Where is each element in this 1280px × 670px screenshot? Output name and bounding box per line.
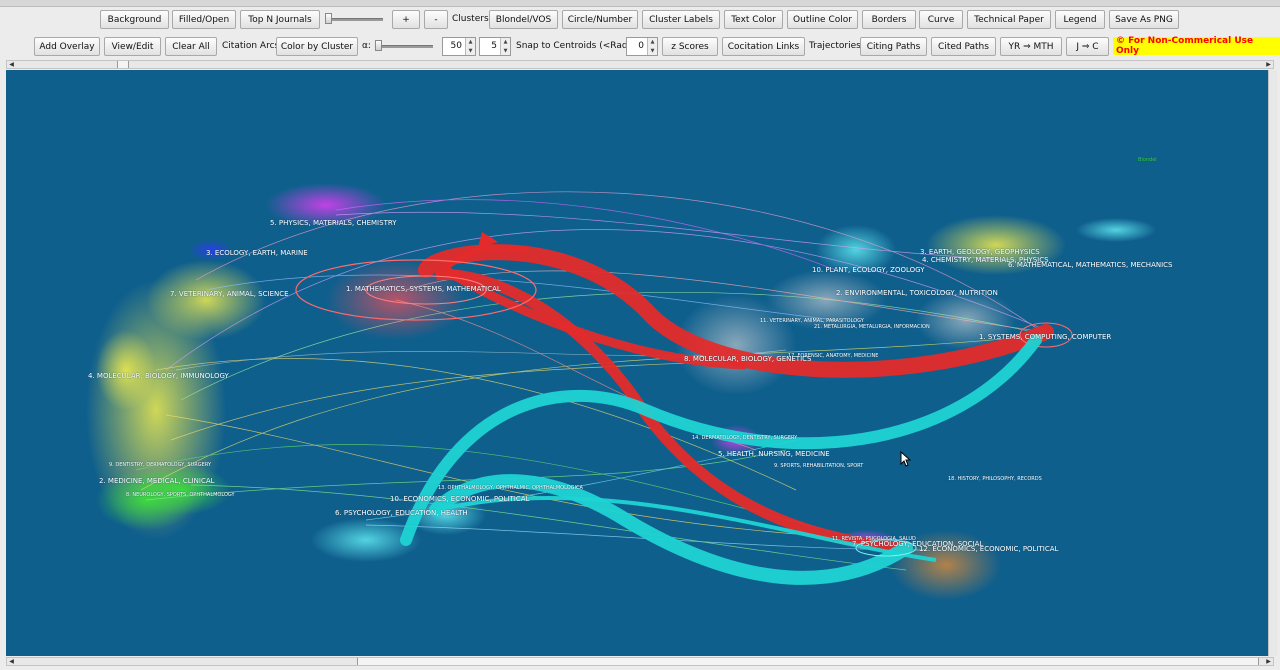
cluster-label-medicine[interactable]: 2. MEDICINE, MEDICAL, CLINICAL <box>99 477 215 485</box>
dual-map-overlay-canvas[interactable]: 5. PHYSICS, MATERIALS, CHEMISTRY 3. ECOL… <box>6 70 1268 656</box>
zoom-in-button[interactable]: + <box>392 10 420 29</box>
arc-count-spinner[interactable]: 50 ▲ ▼ <box>442 37 476 56</box>
bottom-horizontal-scrollbar[interactable]: ◀ ▶ <box>6 657 1274 666</box>
cluster-label-ecology[interactable]: 3. ECOLOGY, EARTH, MARINE <box>206 249 308 257</box>
cluster-label-dentistry[interactable]: 9. DENTISTRY, DERMATOLOGY, SURGERY <box>109 462 211 468</box>
blondel-vos-button[interactable]: Blondel/VOS <box>489 10 558 29</box>
cluster-label-metalurgia[interactable]: 21. METALURGIA, METALURGIA, INFORMACION <box>814 324 930 330</box>
cluster-label-economics-right[interactable]: 12. ECONOMICS, ECONOMIC, POLITICAL <box>919 545 1058 553</box>
spin-up-icon[interactable]: ▲ <box>501 38 510 47</box>
zoom-out-button[interactable]: - <box>424 10 448 29</box>
technical-paper-button[interactable]: Technical Paper <box>967 10 1051 29</box>
spin-down-icon[interactable]: ▼ <box>648 46 657 55</box>
cluster-label-molecular-genetics[interactable]: 8. MOLECULAR, BIOLOGY, GENETICS <box>684 355 811 363</box>
cluster-label-earth[interactable]: 3. EARTH, GEOLOGY, GEOPHYSICS <box>920 248 1040 256</box>
cluster-label-plant[interactable]: 10. PLANT, ECOLOGY, ZOOLOGY <box>812 266 925 274</box>
alpha-slider-thumb[interactable] <box>375 40 382 51</box>
arc-width-value: 5 <box>491 41 497 51</box>
cluster-label-veterinary[interactable]: 7. VETERINARY, ANIMAL, SCIENCE <box>170 290 289 298</box>
top-scroll-thumb[interactable] <box>117 61 129 68</box>
cluster-label-sports[interactable]: 9. SPORTS, REHABILITATION, SPORT <box>774 463 863 469</box>
z-scores-button[interactable]: z Scores <box>662 37 718 56</box>
mouse-cursor-icon <box>900 451 912 467</box>
snap-radius-spinner[interactable]: 0 ▲ ▼ <box>626 37 658 56</box>
legend-button[interactable]: Legend <box>1055 10 1105 29</box>
journal-to-cluster-button[interactable]: J ⇒ C <box>1066 37 1109 56</box>
cocitation-links-button[interactable]: Cocitation Links <box>722 37 805 56</box>
right-vertical-scrollbar[interactable] <box>1268 70 1277 656</box>
spin-down-icon[interactable]: ▼ <box>501 46 510 55</box>
map-graphics <box>86 183 1156 600</box>
text-color-button[interactable]: Text Color <box>724 10 783 29</box>
cluster-labels-button[interactable]: Cluster Labels <box>642 10 720 29</box>
alpha-slider[interactable] <box>375 40 433 51</box>
cluster-label-history[interactable]: 18. HISTORY, PHILOSOPHY, RECORDS <box>948 476 1042 482</box>
clear-all-button[interactable]: Clear All <box>165 37 217 56</box>
toolbar-top: Background Filled/Open Top N Journals + … <box>0 7 1280 33</box>
cluster-label-economics-left[interactable]: 10. ECONOMICS, ECONOMIC, POLITICAL <box>390 495 529 503</box>
license-notice: © For Non-Commerical Use Only <box>1113 36 1280 56</box>
snap-radius-value: 0 <box>638 41 644 51</box>
cluster-label-health-nursing[interactable]: 5. HEALTH, NURSING, MEDICINE <box>718 450 830 458</box>
color-by-cluster-button[interactable]: Color by Cluster <box>276 37 358 56</box>
toolbar-bottom: Add Overlay View/Edit Clear All Citation… <box>0 34 1280 60</box>
save-as-png-button[interactable]: Save As PNG <box>1109 10 1179 29</box>
circle-number-button[interactable]: Circle/Number <box>562 10 638 29</box>
cluster-label-physics[interactable]: 5. PHYSICS, MATERIALS, CHEMISTRY <box>270 219 397 227</box>
top-n-slider-thumb[interactable] <box>325 13 332 24</box>
cited-paths-button[interactable]: Cited Paths <box>931 37 996 56</box>
top-horizontal-scrollbar[interactable]: ◀ ▶ <box>6 60 1274 69</box>
cluster-label-mathematics[interactable]: 1. MATHEMATICS, SYSTEMS, MATHEMATICAL <box>346 285 501 293</box>
spin-up-icon[interactable]: ▲ <box>648 38 657 47</box>
borders-button[interactable]: Borders <box>862 10 916 29</box>
cluster-label-molecular-biology[interactable]: 4. MOLECULAR, BIOLOGY, IMMUNOLOGY <box>88 372 229 380</box>
bottom-scroll-thumb[interactable] <box>357 658 1259 665</box>
cluster-label-environmental[interactable]: 2. ENVIRONMENTAL, TOXICOLOGY, NUTRITION <box>836 289 998 297</box>
snap-radius-arrows[interactable]: ▲ ▼ <box>647 38 657 55</box>
cluster-label-psychology[interactable]: 6. PSYCHOLOGY, EDUCATION, HEALTH <box>335 509 468 517</box>
add-overlay-button[interactable]: Add Overlay <box>34 37 100 56</box>
cluster-label-systems-computing[interactable]: 1. SYSTEMS, COMPUTING, COMPUTER <box>979 333 1111 341</box>
scroll-left-icon[interactable]: ◀ <box>7 61 16 68</box>
scroll-right-icon[interactable]: ▶ <box>1264 61 1273 68</box>
trajectories-label: Trajectories: <box>809 41 864 51</box>
citation-arcs-label: Citation Arcs: <box>222 41 283 51</box>
algorithm-tag: Blondel <box>1138 157 1157 163</box>
arc-width-arrows[interactable]: ▲ ▼ <box>500 38 510 55</box>
arc-count-arrows[interactable]: ▲ ▼ <box>465 38 475 55</box>
background-button[interactable]: Background <box>100 10 169 29</box>
window-titlebar <box>0 0 1280 7</box>
citing-paths-button[interactable]: Citing Paths <box>860 37 927 56</box>
spin-down-icon[interactable]: ▼ <box>466 46 475 55</box>
arc-width-spinner[interactable]: 5 ▲ ▼ <box>479 37 511 56</box>
arc-count-value: 50 <box>450 41 462 51</box>
curve-button[interactable]: Curve <box>919 10 963 29</box>
cluster-label-mathematical[interactable]: 6. MATHEMATICAL, MATHEMATICS, MECHANICS <box>1008 261 1173 269</box>
cluster-label-dermatology[interactable]: 14. DERMATOLOGY, DENTISTRY, SURGERY <box>692 435 797 441</box>
outline-color-button[interactable]: Outline Color <box>787 10 858 29</box>
cluster-label-neurology[interactable]: 8. NEUROLOGY, SPORTS, OPHTHALMOLOGY <box>126 492 235 498</box>
top-n-journals-button[interactable]: Top N Journals <box>240 10 320 29</box>
top-n-slider[interactable] <box>325 13 383 24</box>
year-to-month-button[interactable]: YR ⇒ MTH <box>1000 37 1062 56</box>
cluster-label-ophthalmology[interactable]: 13. OPHTHALMOLOGY, OPHTHALMIC, OPHTHALMO… <box>438 485 583 491</box>
filled-open-button[interactable]: Filled/Open <box>172 10 236 29</box>
spin-up-icon[interactable]: ▲ <box>466 38 475 47</box>
clusters-label: Clusters: <box>452 14 492 24</box>
scroll-left-icon[interactable]: ◀ <box>7 658 16 665</box>
alpha-label: α: <box>362 41 371 51</box>
scroll-right-icon[interactable]: ▶ <box>1264 658 1273 665</box>
view-edit-button[interactable]: View/Edit <box>104 37 161 56</box>
